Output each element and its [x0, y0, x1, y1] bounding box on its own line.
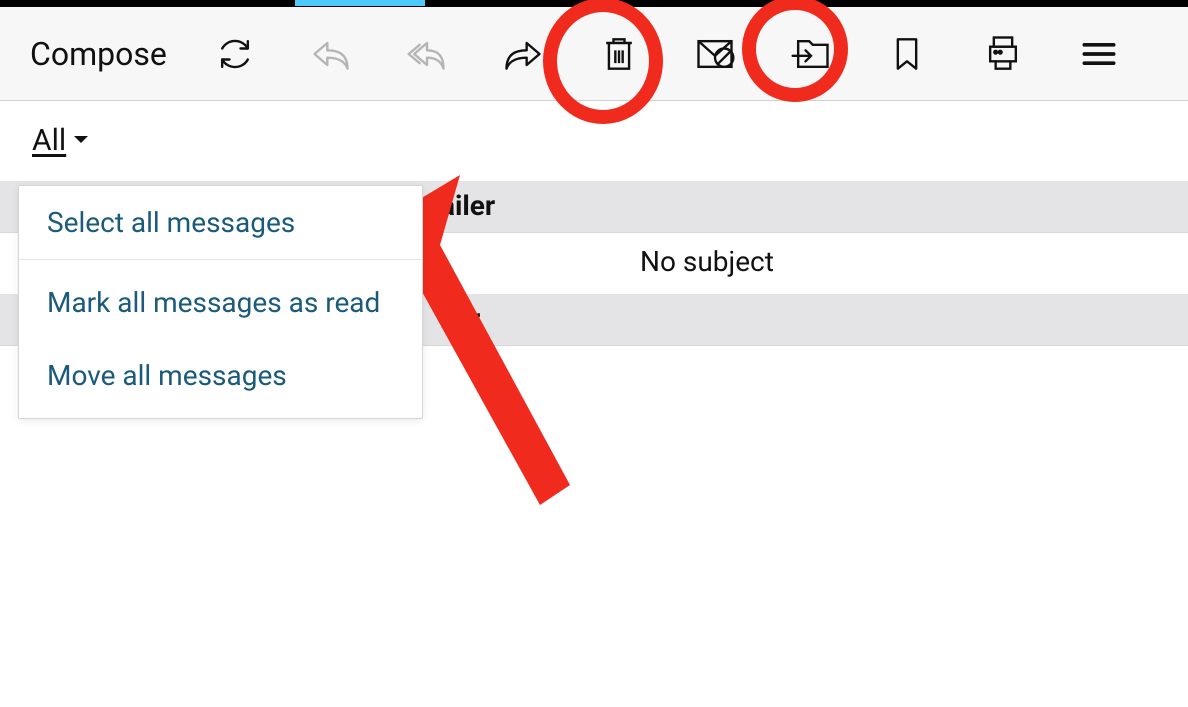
junk-icon[interactable]	[691, 30, 739, 78]
forward-icon[interactable]	[499, 30, 547, 78]
move-to-folder-icon[interactable]	[787, 30, 835, 78]
filter-dropdown-menu: Select all messages Mark all messages as…	[18, 185, 423, 419]
toolbar: Compose	[0, 7, 1188, 101]
refresh-icon[interactable]	[211, 30, 259, 78]
tab-accent	[295, 0, 425, 6]
filter-label: All	[32, 123, 66, 158]
bookmark-icon[interactable]	[883, 30, 931, 78]
filter-dropdown-trigger[interactable]: All	[28, 115, 94, 166]
toolbar-icons	[211, 30, 1163, 78]
menu-move-all[interactable]: Move all messages	[19, 339, 422, 412]
window-top-border	[0, 0, 1188, 7]
compose-button[interactable]: Compose	[30, 35, 167, 73]
print-icon[interactable]	[979, 30, 1027, 78]
chevron-down-icon	[72, 131, 90, 150]
menu-select-all[interactable]: Select all messages	[19, 186, 422, 259]
hamburger-menu-icon[interactable]	[1075, 30, 1123, 78]
trash-icon[interactable]	[595, 30, 643, 78]
menu-mark-read[interactable]: Mark all messages as read	[19, 266, 422, 339]
reply-icon[interactable]	[307, 30, 355, 78]
reply-all-icon[interactable]	[403, 30, 451, 78]
